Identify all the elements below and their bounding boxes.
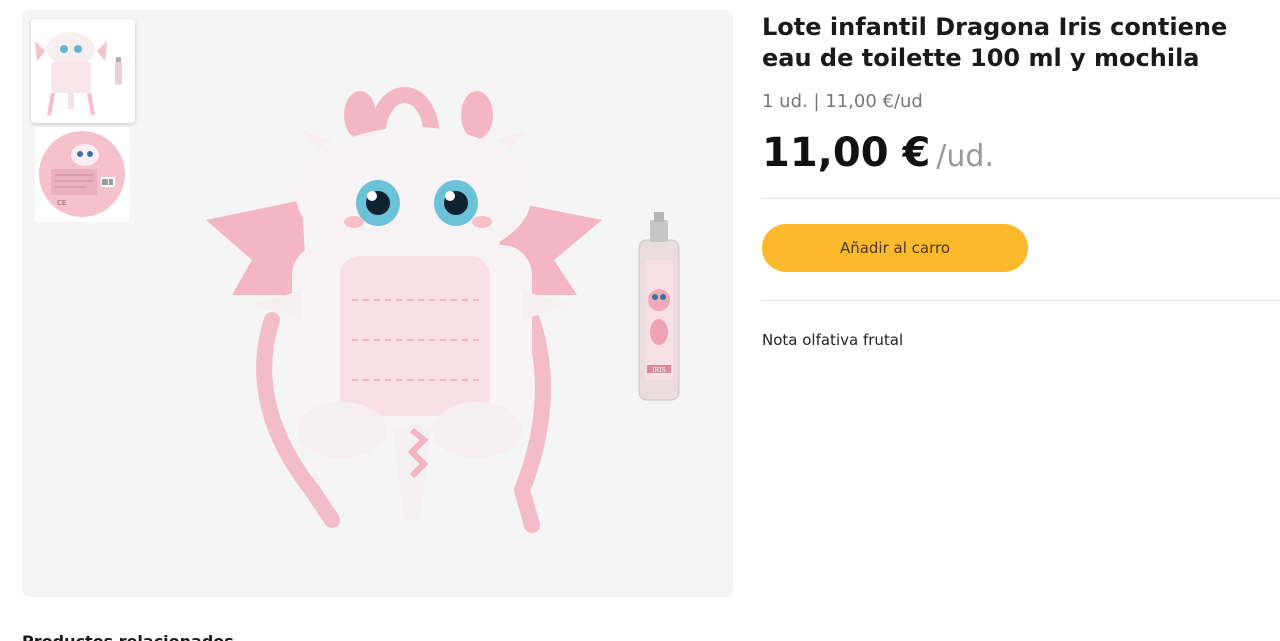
- thumbnail-packaging[interactable]: CE: [35, 127, 130, 222]
- price-row: 11,00 € /ud.: [762, 130, 1280, 176]
- bottle-label: IRIS: [652, 367, 665, 374]
- product-main-image: IRIS: [206, 87, 680, 533]
- price-unit: /ud.: [936, 139, 994, 174]
- fragrance-note: Nota olfativa frutal: [762, 331, 904, 349]
- thumbnail-backpack-and-bottle[interactable]: [31, 19, 135, 123]
- product-gallery: CE IRIS: [22, 10, 733, 597]
- product-title: Lote infantil Dragona Iris contiene eau …: [762, 13, 1228, 72]
- unit-price-info: 1 ud. | 11,00 €/ud: [762, 91, 923, 112]
- divider: [762, 300, 1280, 301]
- thumbnail-backpack-image: [31, 19, 135, 123]
- svg-text:CE: CE: [57, 199, 66, 207]
- add-to-cart-button[interactable]: Añadir al carro: [762, 224, 1028, 272]
- product-info: Lote infantil Dragona Iris contiene eau …: [762, 12, 1280, 349]
- divider: [762, 198, 1280, 199]
- related-products-heading: Productos relacionados: [22, 632, 234, 641]
- product-price: 11,00 €: [762, 130, 931, 176]
- thumbnail-packaging-image: CE: [35, 127, 130, 222]
